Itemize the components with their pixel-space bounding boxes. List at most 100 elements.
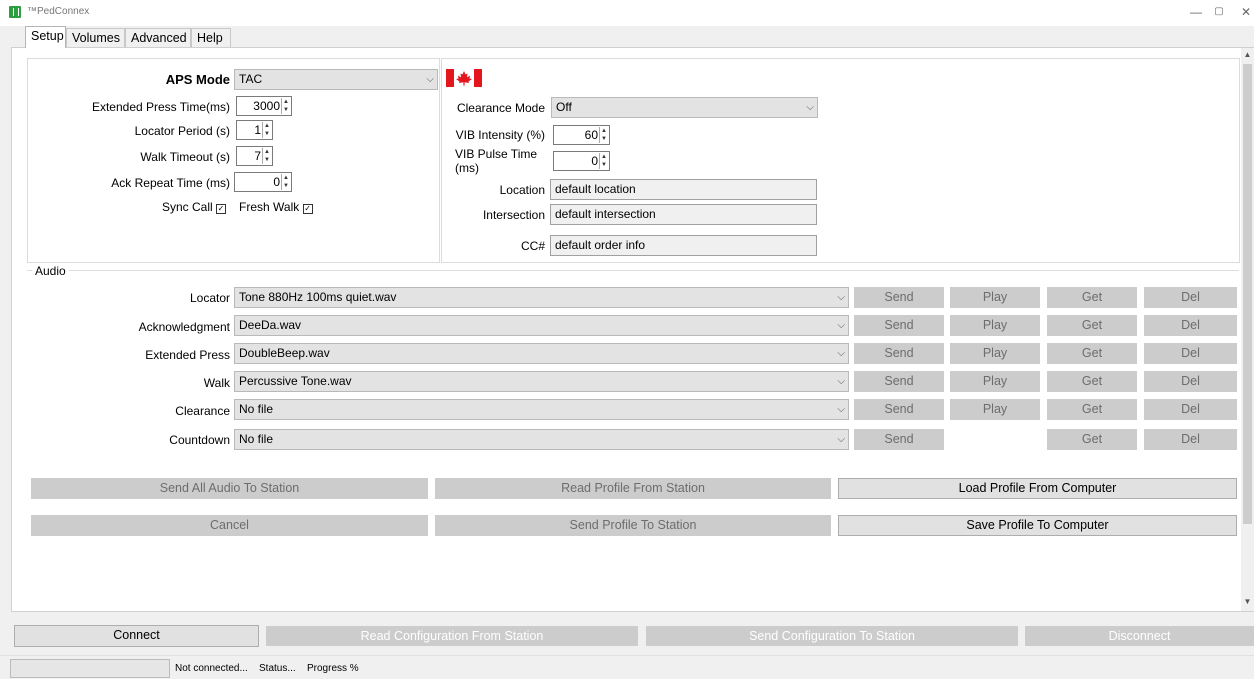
del-button-walk[interactable]: Del	[1144, 371, 1237, 392]
get-button-acknowledgment[interactable]: Get	[1047, 315, 1137, 336]
spin-arrows-icon[interactable]: ▲ ▼	[281, 98, 290, 114]
close-button[interactable]: ✕	[1238, 4, 1254, 20]
audio-group-border	[27, 270, 1239, 271]
send-button-locator[interactable]: Send	[854, 287, 944, 308]
vib-intensity-value: 60	[584, 128, 598, 142]
vib-pulse-time-label-line2: (ms)	[455, 161, 479, 175]
locator-period-label: Locator Period (s)	[134, 124, 230, 138]
aps-mode-select[interactable]: TAC ⌵	[234, 69, 438, 90]
audio-row-label-extended-press: Extended Press	[145, 348, 230, 362]
send-button-walk[interactable]: Send	[854, 371, 944, 392]
sync-call-checkbox[interactable]: Sync Call ✓	[162, 200, 227, 214]
del-button-extended-press[interactable]: Del	[1144, 343, 1237, 364]
spin-arrows-icon[interactable]: ▲ ▼	[599, 127, 608, 143]
spin-arrows-icon[interactable]: ▲ ▼	[281, 174, 290, 190]
vib-pulse-time-label-line1: VIB Pulse Time	[455, 147, 538, 161]
checkbox-checked-icon[interactable]: ✓	[216, 204, 227, 214]
fresh-walk-checkbox[interactable]: Fresh Walk ✓	[239, 200, 313, 214]
locator-period-stepper[interactable]: 1 ▲ ▼	[236, 120, 273, 140]
clearance-mode-select[interactable]: Off ⌵	[551, 97, 818, 118]
play-button-extended-press[interactable]: Play	[950, 343, 1040, 364]
location-label: Location	[499, 183, 545, 197]
cancel-button[interactable]: Cancel	[31, 515, 428, 536]
play-button-locator[interactable]: Play	[950, 287, 1040, 308]
play-button-clearance[interactable]: Play	[950, 399, 1040, 420]
chevron-down-icon: ⌵	[837, 434, 845, 445]
send-button-countdown[interactable]: Send	[854, 429, 944, 450]
send-profile-button[interactable]: Send Profile To Station	[435, 515, 831, 536]
spin-arrows-icon[interactable]: ▲ ▼	[599, 153, 608, 169]
connect-button[interactable]: Connect	[14, 625, 259, 647]
play-button-walk[interactable]: Play	[950, 371, 1040, 392]
save-profile-button[interactable]: Save Profile To Computer	[838, 515, 1237, 536]
intersection-label: Intersection	[482, 208, 545, 222]
scroll-up-icon[interactable]: ▲	[1241, 50, 1254, 62]
send-button-acknowledgment[interactable]: Send	[854, 315, 944, 336]
audio-file-select-locator[interactable]: Tone 880Hz 100ms quiet.wav ⌵	[234, 287, 849, 308]
ack-repeat-time-stepper[interactable]: 0 ▲ ▼	[234, 172, 292, 192]
audio-file-value: No file	[239, 402, 274, 416]
aps-mode-value: TAC	[239, 72, 263, 86]
get-button-countdown[interactable]: Get	[1047, 429, 1137, 450]
audio-file-value: Tone 880Hz 100ms quiet.wav	[239, 290, 397, 304]
audio-row-label-clearance: Clearance	[175, 404, 230, 418]
send-button-extended-press[interactable]: Send	[854, 343, 944, 364]
read-profile-button[interactable]: Read Profile From Station	[435, 478, 831, 499]
canada-flag-icon	[446, 69, 482, 87]
cc-label: CC#	[520, 239, 545, 253]
del-button-clearance[interactable]: Del	[1144, 399, 1237, 420]
intersection-input[interactable]: default intersection	[550, 204, 817, 225]
audio-file-select-acknowledgment[interactable]: DeeDa.wav ⌵	[234, 315, 849, 336]
tab-volumes[interactable]: Volumes	[66, 28, 125, 47]
audio-file-select-clearance[interactable]: No file ⌵	[234, 399, 849, 420]
load-profile-button[interactable]: Load Profile From Computer	[838, 478, 1237, 499]
audio-file-select-walk[interactable]: Percussive Tone.wav ⌵	[234, 371, 849, 392]
disconnect-button[interactable]: Disconnect	[1025, 626, 1254, 646]
minimize-button[interactable]: —	[1186, 4, 1206, 20]
scroll-down-icon[interactable]: ▼	[1241, 597, 1254, 609]
get-button-extended-press[interactable]: Get	[1047, 343, 1137, 364]
send-button-clearance[interactable]: Send	[854, 399, 944, 420]
maximize-button[interactable]: ▢	[1209, 4, 1229, 20]
vib-pulse-time-value: 0	[591, 154, 598, 168]
del-button-countdown[interactable]: Del	[1144, 429, 1237, 450]
location-input[interactable]: default location	[550, 179, 817, 200]
spin-arrows-icon[interactable]: ▲ ▼	[262, 122, 271, 138]
tab-setup[interactable]: Setup	[25, 26, 66, 48]
window-title: ™PedConnex	[27, 6, 90, 17]
fresh-walk-label: Fresh Walk	[239, 200, 300, 214]
tab-advanced[interactable]: Advanced	[125, 28, 191, 47]
tab-help[interactable]: Help	[191, 28, 231, 47]
spin-arrows-icon[interactable]: ▲ ▼	[262, 148, 271, 164]
locator-period-value: 1	[254, 123, 261, 137]
read-config-button[interactable]: Read Configuration From Station	[266, 626, 638, 646]
app-icon	[9, 6, 21, 18]
get-button-clearance[interactable]: Get	[1047, 399, 1137, 420]
clearance-mode-value: Off	[556, 100, 572, 114]
walk-timeout-stepper[interactable]: 7 ▲ ▼	[236, 146, 273, 166]
play-button-acknowledgment[interactable]: Play	[950, 315, 1040, 336]
clearance-mode-label: Clearance Mode	[456, 101, 545, 115]
audio-row-label-countdown: Countdown	[169, 433, 230, 447]
del-button-locator[interactable]: Del	[1144, 287, 1237, 308]
send-config-button[interactable]: Send Configuration To Station	[646, 626, 1018, 646]
scrollbar-thumb[interactable]	[1243, 64, 1252, 524]
extended-press-time-stepper[interactable]: 3000 ▲ ▼	[236, 96, 292, 116]
checkbox-checked-icon[interactable]: ✓	[302, 204, 313, 214]
chevron-down-icon: ⌵	[837, 376, 845, 387]
vib-pulse-time-stepper[interactable]: 0 ▲ ▼	[553, 151, 610, 171]
chevron-down-icon: ⌵	[806, 102, 814, 113]
send-all-audio-button[interactable]: Send All Audio To Station	[31, 478, 428, 499]
cc-input[interactable]: default order info	[550, 235, 817, 256]
vib-intensity-stepper[interactable]: 60 ▲ ▼	[553, 125, 610, 145]
del-button-acknowledgment[interactable]: Del	[1144, 315, 1237, 336]
ack-repeat-time-label: Ack Repeat Time (ms)	[111, 176, 230, 190]
get-button-locator[interactable]: Get	[1047, 287, 1137, 308]
extended-press-time-value: 3000	[253, 99, 280, 113]
chevron-down-icon: ⌵	[426, 74, 434, 85]
audio-file-value: No file	[239, 432, 274, 446]
audio-file-select-countdown[interactable]: No file ⌵	[234, 429, 849, 450]
audio-file-select-extended-press[interactable]: DoubleBeep.wav ⌵	[234, 343, 849, 364]
get-button-walk[interactable]: Get	[1047, 371, 1137, 392]
audio-row-label-locator: Locator	[189, 291, 230, 305]
